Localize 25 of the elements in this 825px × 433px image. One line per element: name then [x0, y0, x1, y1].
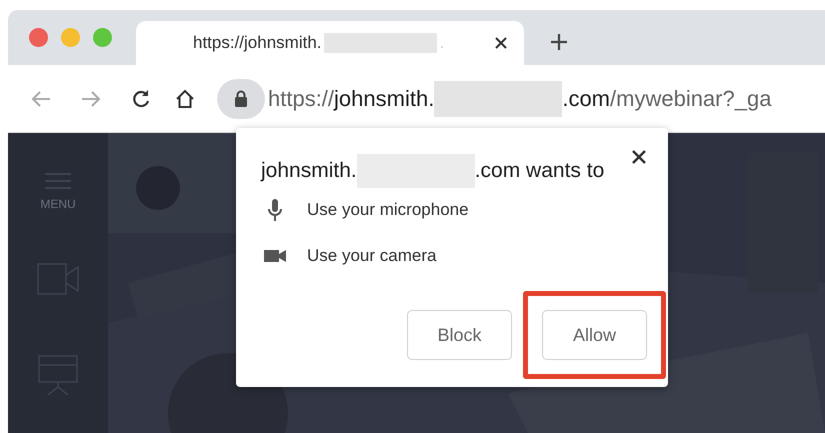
menu-label: MENU: [40, 196, 76, 213]
reload-icon[interactable]: [131, 88, 151, 108]
home-icon[interactable]: [175, 88, 195, 108]
forward-icon[interactable]: [81, 90, 101, 108]
close-tab-icon[interactable]: [494, 36, 508, 50]
allow-button[interactable]: Allow: [542, 310, 647, 360]
menu-icon[interactable]: [45, 173, 71, 189]
zoom-window-icon[interactable]: [93, 28, 112, 47]
video-camera-icon[interactable]: [37, 263, 79, 295]
close-icon[interactable]: [632, 150, 646, 164]
microphone-icon: [267, 199, 283, 221]
dialog-title: johnsmith.: [261, 158, 357, 184]
lock-icon[interactable]: [234, 90, 248, 107]
new-tab-icon[interactable]: [550, 33, 568, 51]
permission-label: Use your camera: [307, 245, 436, 268]
dialog-title: .com wants to: [474, 158, 604, 184]
browser-tab[interactable]: https://johnsmith. .: [136, 21, 524, 65]
permission-label: Use your microphone: [307, 199, 469, 222]
block-button[interactable]: Block: [407, 310, 512, 360]
back-icon[interactable]: [31, 90, 51, 108]
tab-title-fade: .: [440, 32, 444, 54]
minimize-window-icon[interactable]: [61, 28, 80, 47]
close-window-icon[interactable]: [29, 28, 48, 47]
video-camera-icon: [264, 249, 286, 263]
presentation-icon[interactable]: [38, 355, 78, 395]
